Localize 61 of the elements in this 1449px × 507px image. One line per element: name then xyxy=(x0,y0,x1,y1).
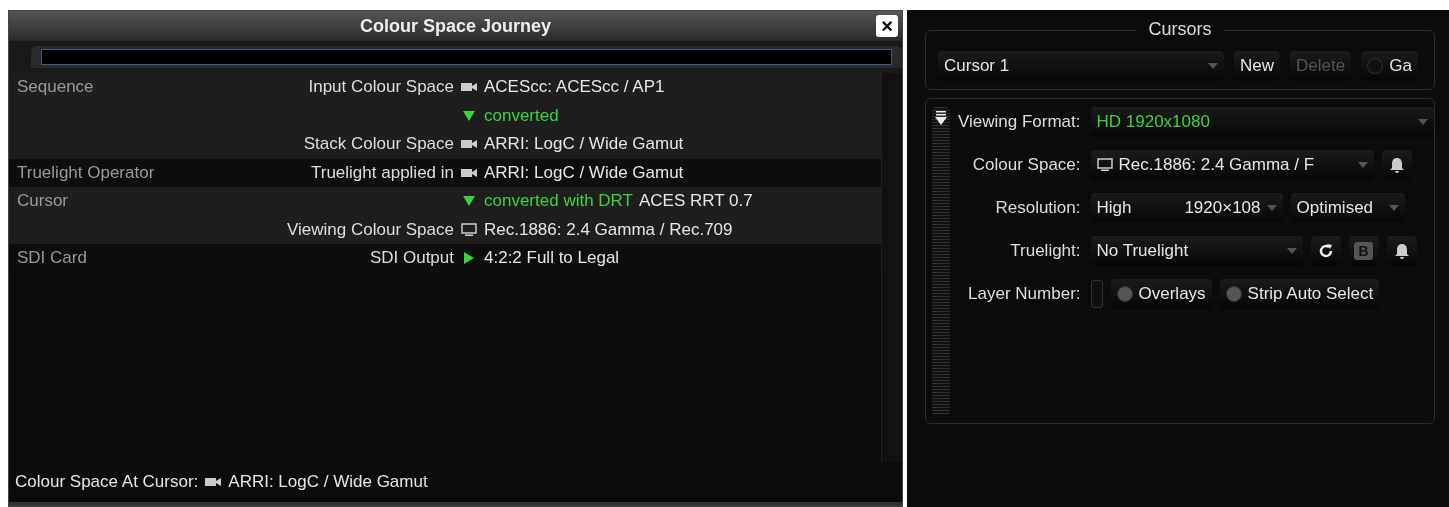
conversion-note: converted xyxy=(484,105,559,126)
bell-button[interactable] xyxy=(1386,236,1417,266)
caret-icon xyxy=(1208,63,1218,69)
bell-button[interactable] xyxy=(1381,150,1412,180)
bell-icon xyxy=(1389,157,1404,173)
setting-label: Viewing Format: xyxy=(958,112,1081,132)
scrollbar[interactable] xyxy=(881,73,902,462)
camera-icon xyxy=(204,476,223,488)
right-arrow-icon xyxy=(464,252,474,265)
close-button[interactable]: × xyxy=(876,15,898,37)
section-name: Truelight Operator xyxy=(16,161,156,184)
refresh-button[interactable] xyxy=(1310,236,1341,266)
step-label: SDI Output xyxy=(369,248,454,269)
section-name: Sequence xyxy=(16,76,95,98)
setting-label: Truelight: xyxy=(1009,241,1081,261)
caret-icon xyxy=(1286,248,1297,254)
colour-space-dropdown[interactable]: Rec.1886: 2.4 Gamma / F xyxy=(1090,150,1374,180)
cursor-button[interactable]: New xyxy=(1234,51,1280,81)
setting-label: Colour Space: xyxy=(971,155,1081,175)
monitor-icon xyxy=(461,222,477,237)
window-title: Colour Space Journey xyxy=(359,15,552,37)
setting-label: Resolution: xyxy=(994,198,1081,218)
caret-icon xyxy=(1388,205,1399,211)
truelight-dropdown[interactable]: No Truelight xyxy=(1090,236,1303,266)
section-name: SDI Card xyxy=(16,247,88,269)
bell-icon xyxy=(1394,243,1409,259)
down-arrow-icon xyxy=(463,196,475,207)
step-label: Input Colour Space xyxy=(308,77,454,98)
collapse-icon xyxy=(935,111,947,125)
toggle-button[interactable]: Strip Auto Select xyxy=(1219,279,1380,309)
colour-space-value: ACES RRT 0.7 xyxy=(638,191,753,212)
toggle-button[interactable]: Ga xyxy=(1361,51,1418,81)
caret-icon xyxy=(1266,205,1277,211)
camera-icon xyxy=(460,138,478,151)
layer-number-field[interactable] xyxy=(1090,280,1103,308)
down-arrow-icon xyxy=(463,110,475,121)
setting-label: Layer Number: xyxy=(967,284,1081,304)
colour-space-value: ARRI: LogC / Wide Gamut xyxy=(484,162,684,183)
colour-space-value: ACEScc: ACEScc / AP1 xyxy=(484,77,665,98)
colour-space-value: 4:2:2 Full to Legal xyxy=(484,248,620,269)
resolution-size: 1920×108 xyxy=(1184,198,1261,218)
camera-icon xyxy=(460,81,478,94)
panel-handle[interactable] xyxy=(932,107,950,415)
conversion-note: converted with DRT xyxy=(484,191,633,212)
cursor-dropdown[interactable]: Cursor 1 xyxy=(938,51,1224,81)
status-value: ARRI: LogC / Wide Gamut xyxy=(228,472,428,492)
toggle-button[interactable]: Overlays xyxy=(1110,279,1212,309)
caret-icon xyxy=(1357,162,1368,168)
status-label: Colour Space At Cursor: xyxy=(15,472,199,492)
step-label: Stack Colour Space xyxy=(303,134,454,155)
optimised-dropdown[interactable]: Optimised xyxy=(1290,193,1405,223)
camera-icon xyxy=(460,166,478,179)
caret-icon xyxy=(1418,119,1428,125)
section-name: Cursor xyxy=(16,190,69,212)
resolution-dropdown[interactable]: High 1920×108 xyxy=(1090,193,1283,223)
monitor-icon xyxy=(1096,158,1113,172)
colour-space-value: ARRI: LogC / Wide Gamut xyxy=(484,134,684,155)
step-label: Viewing Colour Space xyxy=(287,219,454,240)
step-label: Truelight applied in xyxy=(311,162,454,183)
colour-space-value: Rec.1886: 2.4 Gamma / Rec.709 xyxy=(484,219,733,240)
viewing-format-dropdown[interactable]: HD 1920x1080 xyxy=(1090,107,1434,137)
